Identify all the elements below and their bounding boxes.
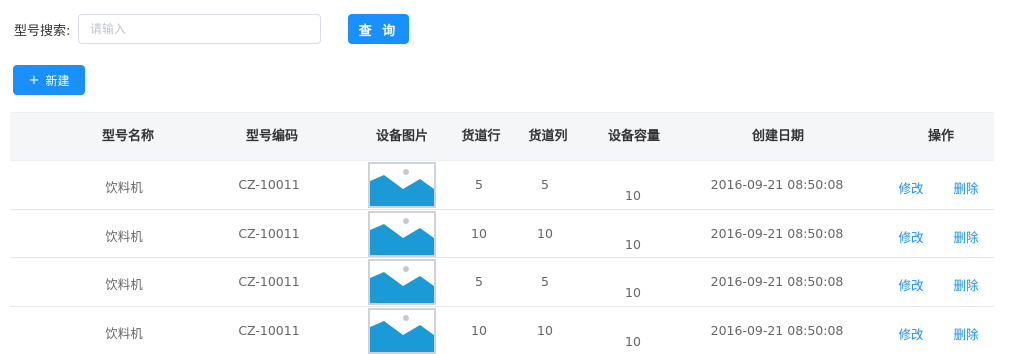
- column-header-actions: 操作: [927, 129, 955, 144]
- cell-name: 饮料机: [105, 228, 143, 244]
- edit-link[interactable]: 修改: [898, 227, 923, 246]
- delete-link[interactable]: 删除: [953, 324, 978, 343]
- cell-date: 2016-09-21 08:50:08: [710, 322, 844, 338]
- cell-capacity: 10: [625, 285, 641, 301]
- cell-name: 饮料机: [105, 180, 143, 195]
- cell-name: 饮料机: [105, 277, 143, 293]
- delete-link[interactable]: 删除: [953, 275, 978, 294]
- plus-icon: +: [28, 72, 40, 88]
- column-header-col: 货道列: [528, 129, 568, 144]
- column-header-capacity: 设备容量: [607, 129, 661, 144]
- column-header-image: 设备图片: [375, 129, 429, 144]
- column-header-row: 货道行: [461, 129, 501, 144]
- cell-code: CZ-10011: [238, 274, 300, 290]
- table-row: 饮料机 CZ-10011 10 10 10 2016-09-21 08:50:0…: [10, 307, 994, 354]
- cell-date: 2016-09-21 08:50:08: [710, 177, 844, 192]
- table-header: 型号名称 型号编码 设备图片 货道行 货道列 设备容量 创建日期 操作: [10, 112, 994, 161]
- edit-link[interactable]: 修改: [898, 324, 923, 343]
- table-row: 饮料机 CZ-10011 10 10 10 2016-09-21 08:50:0…: [10, 210, 994, 259]
- cell-code: CZ-10011: [238, 177, 300, 192]
- cell-capacity: 10: [625, 188, 641, 203]
- table-row: 饮料机 CZ-10011 5 5 10 2016-09-21 08:50:08 …: [10, 258, 994, 307]
- cell-date: 2016-09-21 08:50:08: [710, 225, 844, 241]
- cell-col: 10: [537, 225, 553, 241]
- table-row: 饮料机 CZ-10011 5 5 10 2016-09-21 08:50:08 …: [10, 161, 994, 210]
- image-placeholder-icon: [368, 210, 436, 257]
- cell-row: 10: [471, 225, 487, 241]
- image-placeholder-icon: [368, 259, 436, 306]
- cell-code: CZ-10011: [238, 322, 300, 338]
- delete-link[interactable]: 删除: [953, 178, 978, 197]
- cell-col: 5: [541, 177, 549, 192]
- query-button[interactable]: 查 询: [348, 14, 409, 44]
- search-label: 型号搜索:: [14, 24, 71, 39]
- cell-code: CZ-10011: [238, 225, 300, 241]
- cell-capacity: 10: [625, 333, 641, 349]
- cell-name: 饮料机: [105, 325, 143, 341]
- cell-row: 5: [475, 274, 483, 290]
- cell-row: 10: [471, 322, 487, 338]
- search-input[interactable]: [78, 14, 321, 44]
- column-header-name: 型号名称: [101, 129, 155, 144]
- cell-col: 10: [537, 322, 553, 338]
- image-placeholder-icon: [368, 162, 436, 208]
- edit-link[interactable]: 修改: [898, 178, 923, 197]
- cell-capacity: 10: [625, 236, 641, 252]
- cell-col: 5: [541, 274, 549, 290]
- new-button-label: 新建: [45, 73, 70, 88]
- delete-link[interactable]: 删除: [953, 227, 978, 246]
- column-header-code: 型号编码: [245, 129, 299, 144]
- edit-link[interactable]: 修改: [898, 275, 923, 294]
- image-placeholder-icon: [368, 307, 436, 354]
- cell-date: 2016-09-21 08:50:08: [710, 274, 844, 290]
- cell-row: 5: [475, 177, 483, 192]
- model-table: 型号名称 型号编码 设备图片 货道行 货道列 设备容量 创建日期 操作 饮料机 …: [10, 112, 994, 354]
- column-header-date: 创建日期: [751, 129, 805, 144]
- new-button[interactable]: + 新建: [13, 65, 85, 95]
